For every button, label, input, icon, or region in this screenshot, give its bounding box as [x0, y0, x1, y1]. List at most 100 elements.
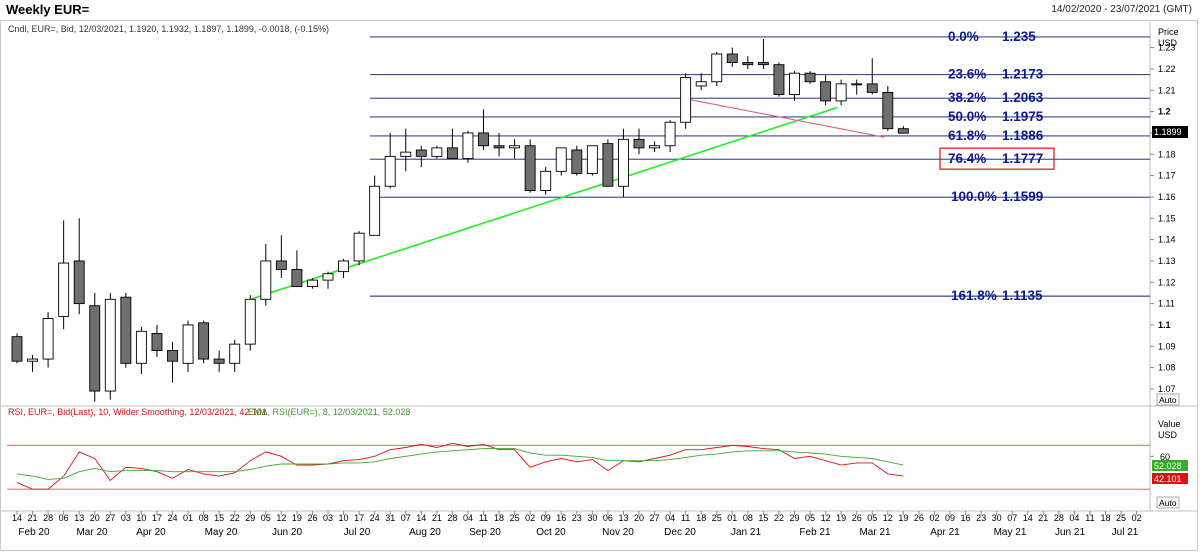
x-tick-label: 02 — [525, 513, 535, 523]
candle-down — [820, 81, 832, 102]
x-tick-label: 03 — [121, 513, 131, 523]
x-tick-label: 08 — [199, 513, 209, 523]
x-tick-label: 08 — [743, 513, 753, 523]
candlestick-chart[interactable]: 0.0% 1.235 23.6% 1.2173 38.2% 1.2063 50.0% 1.19… — [0, 0, 1200, 553]
candle-down — [804, 72, 816, 83]
fib-value-label: 1.2063 — [1002, 90, 1044, 105]
x-tick-label: 27 — [650, 513, 660, 523]
x-tick-label: 24 — [167, 513, 177, 523]
x-month-label: Aug 20 — [409, 527, 441, 538]
x-month-label: Apr 20 — [136, 527, 166, 538]
candle-down — [524, 145, 536, 191]
x-tick-label: 20 — [634, 513, 644, 523]
x-tick-label: 28 — [1054, 513, 1064, 523]
x-tick-label: 13 — [618, 513, 628, 523]
x-tick-label: 25 — [510, 513, 520, 523]
y-tick-label: 1.09 — [1158, 341, 1176, 351]
fib-pct-label: 161.8% — [951, 288, 997, 303]
candle-down — [882, 91, 894, 130]
candle-up — [229, 343, 241, 364]
x-tick-label: 25 — [1116, 513, 1126, 523]
candle-up — [42, 318, 54, 360]
x-tick-label: 10 — [339, 513, 349, 523]
x-tick-label: 16 — [961, 513, 971, 523]
x-month-label: Jun 20 — [272, 527, 302, 538]
x-tick-label: 04 — [1069, 513, 1079, 523]
candle-down — [446, 147, 458, 159]
candle-down — [213, 358, 225, 364]
x-tick-label: 09 — [541, 513, 551, 523]
x-tick-label: 04 — [463, 513, 473, 523]
candle-up — [431, 147, 443, 157]
candle-up — [835, 83, 847, 102]
y-tick-label: 1.08 — [1158, 363, 1176, 373]
fib-value-label: 1.1599 — [1002, 189, 1043, 204]
x-tick-label: 15 — [758, 513, 768, 523]
x-tick-label: 28 — [43, 513, 53, 523]
x-tick-label: 21 — [28, 513, 38, 523]
x-tick-label: 28 — [447, 513, 457, 523]
x-month-label: Jul 21 — [1112, 527, 1139, 538]
x-tick-label: 17 — [354, 513, 364, 523]
candle-up — [322, 273, 334, 281]
x-tick-label: 23 — [572, 513, 582, 523]
x-tick-label: 13 — [74, 513, 84, 523]
candle-down — [73, 260, 85, 305]
price-auto-label: Auto — [1159, 395, 1177, 405]
x-tick-label: 05 — [261, 513, 271, 523]
candle-down — [478, 132, 489, 147]
candle-up — [260, 260, 272, 300]
x-tick-label: 09 — [945, 513, 955, 523]
fib-pct-label: 76.4% — [948, 151, 986, 166]
candle-up — [649, 145, 660, 149]
candle-up — [182, 324, 194, 364]
candle-up — [586, 145, 598, 174]
x-month-label: Jun 21 — [1055, 527, 1085, 538]
x-tick-label: 19 — [898, 513, 908, 523]
rsi-axis-unit: USD — [1158, 430, 1178, 440]
candle-up — [338, 260, 349, 273]
x-month-label: Jan 21 — [731, 527, 761, 538]
candle-down — [167, 350, 178, 362]
x-month-label: Feb 20 — [18, 527, 50, 538]
candle-down — [11, 336, 23, 362]
x-tick-label: 12 — [821, 513, 831, 523]
x-tick-label: 10 — [136, 513, 146, 523]
candle-down — [151, 333, 163, 351]
candle-down — [726, 53, 738, 63]
resistance-trendline — [685, 98, 885, 138]
x-month-label: Sep 20 — [469, 527, 501, 538]
y-tick-label: 1.18 — [1158, 149, 1176, 159]
x-tick-label: 07 — [1007, 513, 1017, 523]
candle-up — [244, 298, 256, 345]
fib-pct-label: 38.2% — [948, 90, 986, 105]
fib-pct-label: 0.0% — [948, 29, 979, 44]
x-month-label: Apr 21 — [930, 527, 960, 538]
x-tick-label: 14 — [12, 513, 22, 523]
fib-value-label: 1.1777 — [1002, 151, 1043, 166]
y-tick-label: 1.17 — [1158, 171, 1176, 181]
rsi-value-label: 42.101 — [1154, 474, 1182, 484]
x-tick-label: 26 — [914, 513, 924, 523]
ema-line — [16, 448, 904, 480]
x-tick-label: 01 — [727, 513, 737, 523]
candle-up — [618, 138, 629, 187]
x-tick-label: 25 — [712, 513, 722, 523]
candle-down — [198, 322, 210, 360]
x-month-label: May 20 — [205, 527, 238, 538]
y-tick-label: 1.1 — [1158, 320, 1171, 330]
x-tick-label: 23 — [976, 513, 986, 523]
y-tick-label: 1.13 — [1158, 256, 1176, 266]
x-tick-label: 02 — [1132, 513, 1142, 523]
fib-value-label: 1.1135 — [1002, 288, 1043, 303]
x-month-label: Mar 21 — [859, 527, 891, 538]
x-tick-label: 22 — [774, 513, 784, 523]
fib-pct-label: 23.6% — [948, 67, 986, 82]
x-tick-label: 06 — [59, 513, 69, 523]
x-tick-label: 15 — [214, 513, 224, 523]
x-tick-label: 30 — [587, 513, 597, 523]
last-price-label: 1.1899 — [1154, 127, 1182, 137]
fib-value-label: 1.235 — [1002, 29, 1036, 44]
y-tick-label: 1.16 — [1158, 192, 1176, 202]
candle-down — [571, 149, 583, 174]
